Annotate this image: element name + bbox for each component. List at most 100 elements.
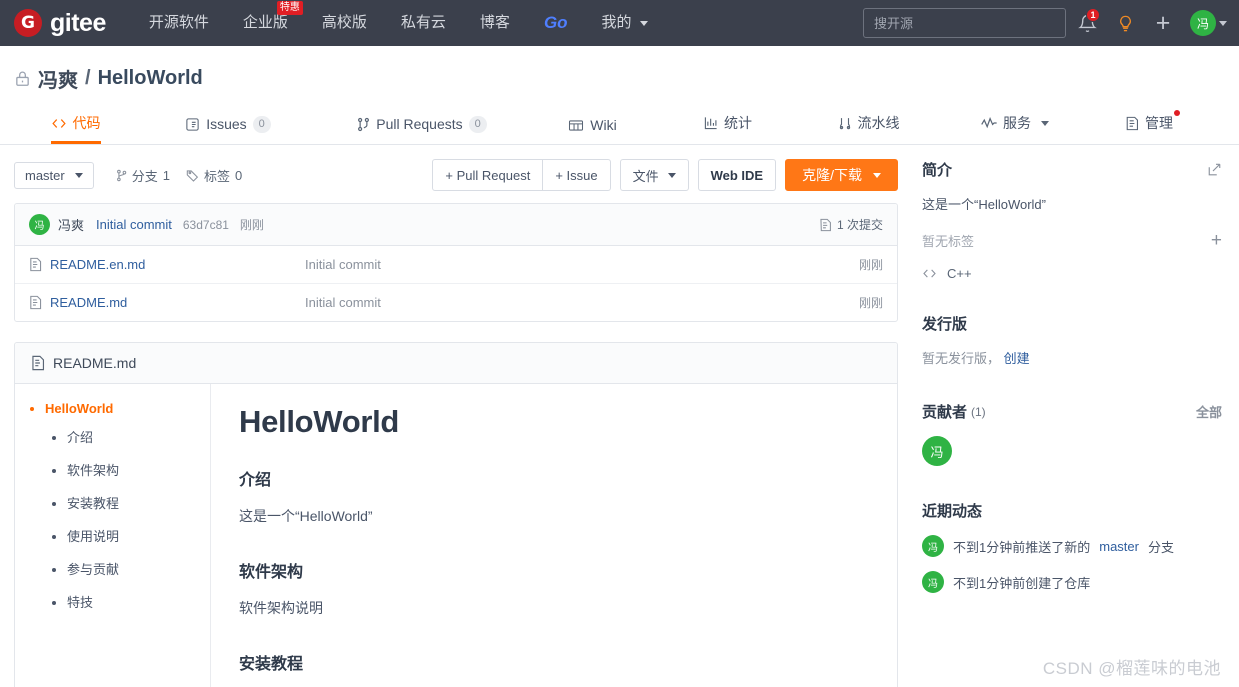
avatar[interactable]: 冯 xyxy=(922,436,952,466)
tab-stats[interactable]: 统计 xyxy=(704,113,752,144)
readme-panel: README.md HelloWorld 介绍 软件架构 安装教程 使用说明 xyxy=(14,342,898,687)
add-tag-button[interactable]: + xyxy=(1211,231,1222,250)
list-item[interactable]: 介绍 xyxy=(67,427,200,447)
branch-icon xyxy=(116,169,126,181)
nav-campus[interactable]: 高校版 xyxy=(305,0,384,46)
commit-count-link[interactable]: 1 次提交 xyxy=(819,216,883,233)
list-item[interactable]: 安装教程 xyxy=(67,493,200,513)
nav-privatecloud[interactable]: 私有云 xyxy=(384,0,463,46)
tab-pull-requests[interactable]: Pull Requests 0 xyxy=(357,115,487,144)
tab-pull-requests-count: 0 xyxy=(468,115,487,133)
pipeline-icon xyxy=(839,118,850,130)
chevron-down-icon xyxy=(1041,120,1049,126)
tab-service[interactable]: 服务 xyxy=(981,113,1049,144)
list-item[interactable]: 使用说明 xyxy=(67,526,200,546)
edit-intro-button[interactable] xyxy=(1207,162,1222,177)
nav-privatecloud-label: 私有云 xyxy=(400,14,446,31)
list-item[interactable]: 参与贡献 xyxy=(67,559,200,579)
ideas-button[interactable] xyxy=(1108,0,1142,46)
activity-title: 近期动态 xyxy=(922,503,983,520)
notifications-button[interactable]: 1 xyxy=(1070,0,1104,46)
main-layout: master 分支 1 标签 0 + Pull Request + Issue … xyxy=(0,145,1239,687)
chevron-down-icon xyxy=(873,172,881,178)
language-row: C++ xyxy=(922,266,1222,281)
nav-mine[interactable]: 我的 xyxy=(585,0,665,46)
tags-link[interactable]: 标签 0 xyxy=(186,166,242,185)
file-link[interactable]: README.md xyxy=(29,295,305,310)
nav-mine-label: 我的 xyxy=(601,14,632,31)
toc-root-item[interactable]: HelloWorld 介绍 软件架构 安装教程 使用说明 参与贡献 特技 xyxy=(45,400,200,612)
web-ide-button[interactable]: Web IDE xyxy=(697,159,777,191)
nav-blog[interactable]: 博客 xyxy=(463,0,527,46)
file-commit-message: Initial commit xyxy=(305,295,381,310)
avatar[interactable]: 冯 xyxy=(922,571,944,593)
readme-section-body: 这是一个“HelloWorld” xyxy=(239,508,373,524)
page-title: 冯爽 / HelloWorld xyxy=(14,64,1225,93)
commit-sha[interactable]: 63d7c81 xyxy=(183,218,229,232)
file-browser-panel: 冯 冯爽 Initial commit 63d7c81 刚刚 1 次提交 REA… xyxy=(14,203,898,322)
readme-section-body: 软件架构说明 xyxy=(239,600,323,616)
code-icon xyxy=(923,269,936,278)
language-label[interactable]: C++ xyxy=(947,266,972,281)
avatar[interactable]: 冯 xyxy=(922,535,944,557)
branches-label: 分支 xyxy=(131,168,158,184)
user-menu-button[interactable]: 冯 xyxy=(1184,0,1227,46)
intro-title: 简介 xyxy=(922,162,953,179)
list-item: 冯 不到1分钟前创建了仓库 xyxy=(922,571,1222,593)
toc-item-label: 参与贡献 xyxy=(67,562,120,577)
lock-icon xyxy=(16,71,29,86)
tab-wiki[interactable]: Wiki xyxy=(568,117,617,144)
avatar: 冯 xyxy=(29,214,50,235)
view-all-contributors-link[interactable]: 全部 xyxy=(1196,402,1222,421)
commit-message[interactable]: Initial commit xyxy=(96,217,172,232)
file-icon xyxy=(30,295,42,310)
manage-icon xyxy=(1126,116,1138,130)
repo-owner-link[interactable]: 冯爽 xyxy=(38,64,78,93)
tab-stats-label: 统计 xyxy=(724,115,752,131)
create-new-button[interactable]: + xyxy=(1146,0,1180,46)
new-issue-button[interactable]: + Issue xyxy=(542,159,611,191)
activity-text: 不到1分钟前创建了仓库 xyxy=(953,575,1091,591)
table-row[interactable]: README.md Initial commit 刚刚 xyxy=(15,284,897,321)
edit-icon xyxy=(1208,163,1221,176)
activity-branch-link[interactable]: master xyxy=(1099,539,1139,554)
lightbulb-icon xyxy=(1119,15,1131,31)
nav-opensource[interactable]: 开源软件 xyxy=(132,0,226,46)
tags-row: 暂无标签 + xyxy=(922,231,1222,250)
tab-code[interactable]: 代码 xyxy=(50,113,101,144)
files-dropdown-button[interactable]: 文件 xyxy=(619,159,689,191)
new-pull-request-button[interactable]: + Pull Request xyxy=(432,159,544,191)
table-row[interactable]: README.en.md Initial commit 刚刚 xyxy=(15,246,897,284)
create-release-link[interactable]: 创建 xyxy=(1004,351,1030,366)
tab-pipeline-label: 流水线 xyxy=(857,115,900,131)
right-sidebar: 简介 这是一个“HelloWorld” 暂无标签 + C++ 发行版 暂无发行版… xyxy=(922,145,1222,607)
branches-link[interactable]: 分支 1 xyxy=(116,166,170,185)
branch-selector[interactable]: master xyxy=(14,161,94,189)
wiki-icon xyxy=(569,119,584,131)
file-link[interactable]: README.en.md xyxy=(29,257,305,272)
search-input[interactable] xyxy=(863,8,1066,38)
tab-issues[interactable]: Issues 0 xyxy=(185,115,271,144)
nav-go[interactable]: Go xyxy=(527,0,585,46)
intro-heading: 简介 xyxy=(922,159,1222,180)
tags-label: 标签 xyxy=(203,168,230,184)
contributors-count: (1) xyxy=(971,404,986,419)
list-item[interactable]: 软件架构 xyxy=(67,460,200,480)
gitee-brand-text: gitee xyxy=(50,8,106,37)
branches-count: 1 xyxy=(162,167,170,183)
tab-service-label: 服务 xyxy=(1003,115,1031,131)
list-item[interactable]: 特技 xyxy=(67,592,200,612)
latest-commit-bar: 冯 冯爽 Initial commit 63d7c81 刚刚 1 次提交 xyxy=(15,204,897,246)
repo-name-link[interactable]: HelloWorld xyxy=(98,67,203,90)
clone-download-label: 克隆/下载 xyxy=(802,167,862,183)
commit-author[interactable]: 冯爽 xyxy=(58,215,84,234)
commit-count-label: 1 次提交 xyxy=(836,218,883,232)
tab-pipeline[interactable]: 流水线 xyxy=(838,113,900,144)
no-tags-text: 暂无标签 xyxy=(922,234,975,249)
repo-toolbar-actions: + Pull Request + Issue 文件 Web IDE 克隆/下载 xyxy=(432,159,898,191)
nav-enterprise[interactable]: 企业版 特惠 xyxy=(226,0,305,46)
repo-title-separator: / xyxy=(85,67,91,89)
gitee-logo[interactable]: G gitee xyxy=(14,9,106,38)
tab-manage[interactable]: 管理 xyxy=(1125,110,1180,144)
clone-download-button[interactable]: 克隆/下载 xyxy=(785,159,898,191)
